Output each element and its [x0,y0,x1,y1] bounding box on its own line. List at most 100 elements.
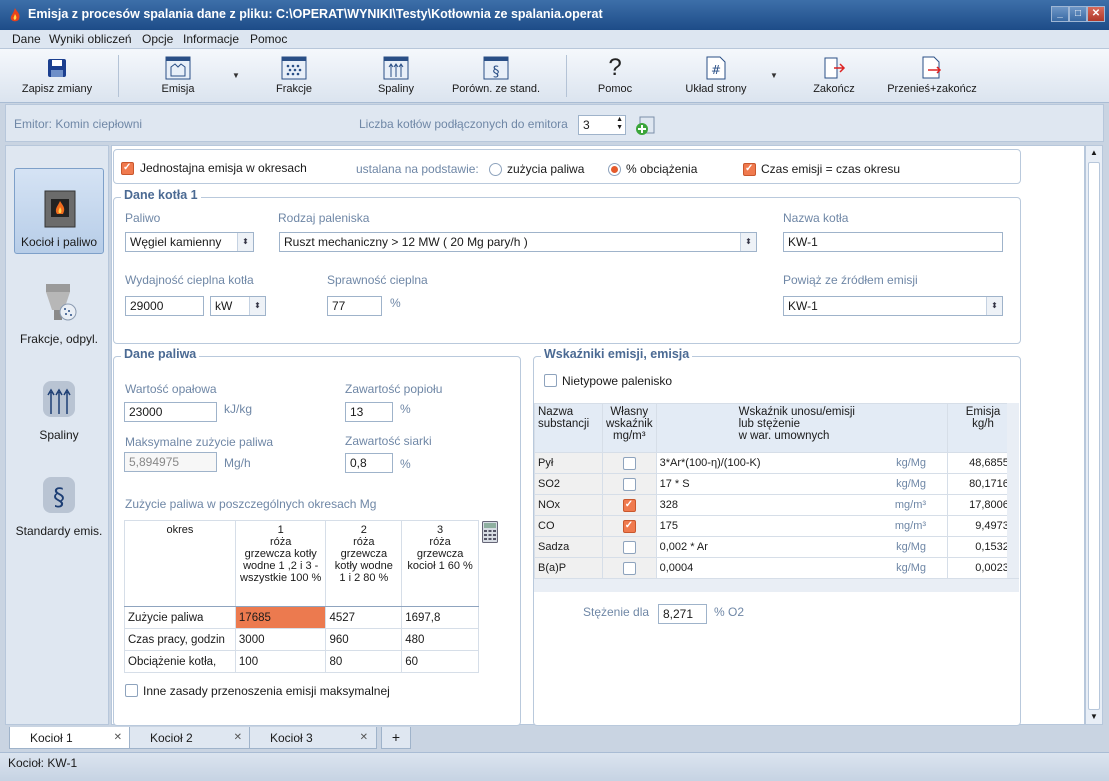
concentration-input[interactable]: 8,271 [658,604,707,624]
own-factor-checkbox[interactable] [622,540,636,554]
table-cell[interactable]: 80 [325,650,403,673]
factor-formula: 328 [659,499,678,511]
own-factor-cell[interactable] [601,452,657,474]
periods-table: okres 1 róża grzewcza kotły wodne 1 ,2 i … [124,520,479,673]
capacity-unit-select[interactable]: kW ⬍ [210,296,266,316]
tab-kociol-2[interactable]: Kocioł 2 ✕ [129,727,251,749]
fuel-select[interactable]: Węgiel kamienny ⬍ [125,232,254,252]
uklad-dropdown-icon[interactable]: ▼ [770,71,778,80]
close-icon[interactable]: ✕ [114,732,122,743]
link-source-select[interactable]: KW-1 ⬍ [783,296,1003,316]
sidebar-item-spaliny[interactable]: Spaliny [14,360,104,446]
menu-wyniki[interactable]: Wyniki obliczeń [49,32,132,46]
row-label: Zużycie paliwa [124,606,236,629]
uniform-emission-checkbox[interactable] [121,162,134,175]
menu-pomoc[interactable]: Pomoc [250,32,287,46]
close-button[interactable]: ✕ [1087,6,1105,22]
emission-time-checkbox[interactable] [743,163,756,176]
own-factor-cell[interactable] [601,557,657,579]
table-header-period: 2 róża grzewcza kotły wodne 1 i 2 80 % [325,520,403,607]
menu-dane[interactable]: Dane [12,32,41,46]
own-factor-checkbox[interactable] [622,498,636,512]
emissions-table-scroll[interactable] [1007,403,1019,592]
table-cell[interactable]: 480 [401,628,479,651]
add-boiler-icon[interactable] [634,115,656,137]
own-factor-checkbox[interactable] [622,477,636,491]
ash-input[interactable]: 13 [345,402,393,422]
scroll-thumb[interactable] [1088,162,1100,710]
sidebar-item-frakcje[interactable]: Frakcje, odpyl. [14,264,104,350]
sidebar-item-standardy[interactable]: § Standardy emis. [14,456,104,542]
own-factor-checkbox[interactable] [622,456,636,470]
factor-cell[interactable]: 0,002 * Ar kg/Mg [655,536,949,558]
sulfur-input[interactable]: 0,8 [345,453,393,473]
scroll-up-icon[interactable]: ▲ [1090,148,1098,157]
table-cell[interactable]: 3000 [234,628,327,651]
maximize-button[interactable]: □ [1069,6,1087,22]
other-rules-checkbox[interactable] [125,684,138,697]
boilers-count-spinner[interactable]: 3 ▲ ▼ [578,115,626,135]
scroll-down-icon[interactable]: ▼ [1090,712,1098,721]
fuel-use-radio[interactable] [489,163,502,176]
close-app-button[interactable]: Zakończ [806,53,862,99]
own-factor-cell[interactable] [601,494,657,516]
table-header-period: 3 róża grzewcza kocioł 1 60 % [401,520,479,607]
add-tab-icon[interactable]: + [381,727,411,749]
menu-opcje[interactable]: Opcje [142,32,173,46]
capacity-input[interactable]: 29000 [125,296,204,316]
factor-cell[interactable]: 328 mg/m³ [655,494,949,516]
transfer-close-button[interactable]: Przenieś+zakończ [884,53,980,99]
own-factor-cell[interactable] [601,515,657,537]
maxuse-input: 5,894975 [124,452,217,472]
vertical-scrollbar[interactable]: ▲ ▼ [1085,145,1103,725]
emisja-button[interactable]: Emisja [150,53,206,99]
emitter-label: Emitor: Komin ciepłowni [14,117,143,131]
spinner-arrows-icon[interactable]: ▲ ▼ [616,116,623,132]
help-button[interactable]: ? Pomoc [590,53,640,99]
sidebar-item-kociol[interactable]: Kocioł i paliwo [14,168,104,254]
factor-unit: kg/Mg [896,541,927,553]
factor-cell[interactable]: 0,0004 kg/Mg [655,557,949,579]
frakcje-button[interactable]: Frakcje [266,53,322,99]
own-factor-cell[interactable] [601,473,657,495]
close-icon[interactable]: ✕ [234,732,242,743]
save-button[interactable]: Zapisz zmiany [18,53,96,99]
table-cell[interactable]: 1697,8 [401,606,479,629]
factor-cell[interactable]: 175 mg/m³ [655,515,949,537]
own-factor-checkbox[interactable] [622,561,636,575]
calculator-icon[interactable] [482,521,498,543]
table-cell[interactable]: 17685 [234,606,327,629]
table-cell[interactable]: 100 [234,650,327,673]
factor-cell[interactable]: 17 * S kg/Mg [655,473,949,495]
efficiency-input[interactable]: 77 [327,296,382,316]
page-layout-button[interactable]: # Układ strony [680,53,752,99]
menu-informacje[interactable]: Informacje [183,32,239,46]
other-rules-label: Inne zasady przenoszenia emisji maksymal… [143,684,390,698]
table-cell[interactable]: 60 [401,650,479,673]
chevron-updown-icon: ⬍ [986,297,1002,315]
spaliny-button[interactable]: Spaliny [368,53,424,99]
furnace-select[interactable]: Ruszt mechaniczny > 12 MW ( 20 Mg pary/h… [279,232,757,252]
table-cell[interactable]: 4527 [325,606,403,629]
load-label: % obciążenia [626,162,698,176]
factor-formula: 17 * S [659,478,690,490]
substance-name: Pył [534,452,603,474]
table-cell[interactable]: 960 [325,628,403,651]
atypical-furnace-checkbox[interactable] [544,374,557,387]
own-factor-cell[interactable] [601,536,657,558]
tab-kociol-3[interactable]: Kocioł 3 ✕ [249,727,377,749]
tab-kociol-1[interactable]: Kocioł 1 ✕ [9,727,131,749]
arrows-up-icon [382,55,410,81]
close-icon[interactable]: ✕ [360,732,368,743]
porownanie-button[interactable]: § Porówn. ze stand. [448,53,544,99]
own-factor-checkbox[interactable] [622,519,636,533]
calorific-unit: kJ/kg [224,402,253,416]
fuel-use-label: zużycia paliwa [507,162,585,176]
emisja-dropdown-icon[interactable]: ▼ [232,71,240,80]
calorific-input[interactable]: 23000 [124,402,217,422]
load-radio[interactable] [608,163,621,176]
efficiency-label: Sprawność cieplna [327,273,428,287]
minimize-button[interactable]: _ [1051,6,1069,22]
factor-cell[interactable]: 3*Ar*(100-η)/(100-K) kg/Mg [655,452,949,474]
boiler-name-input[interactable]: KW-1 [783,232,1003,252]
